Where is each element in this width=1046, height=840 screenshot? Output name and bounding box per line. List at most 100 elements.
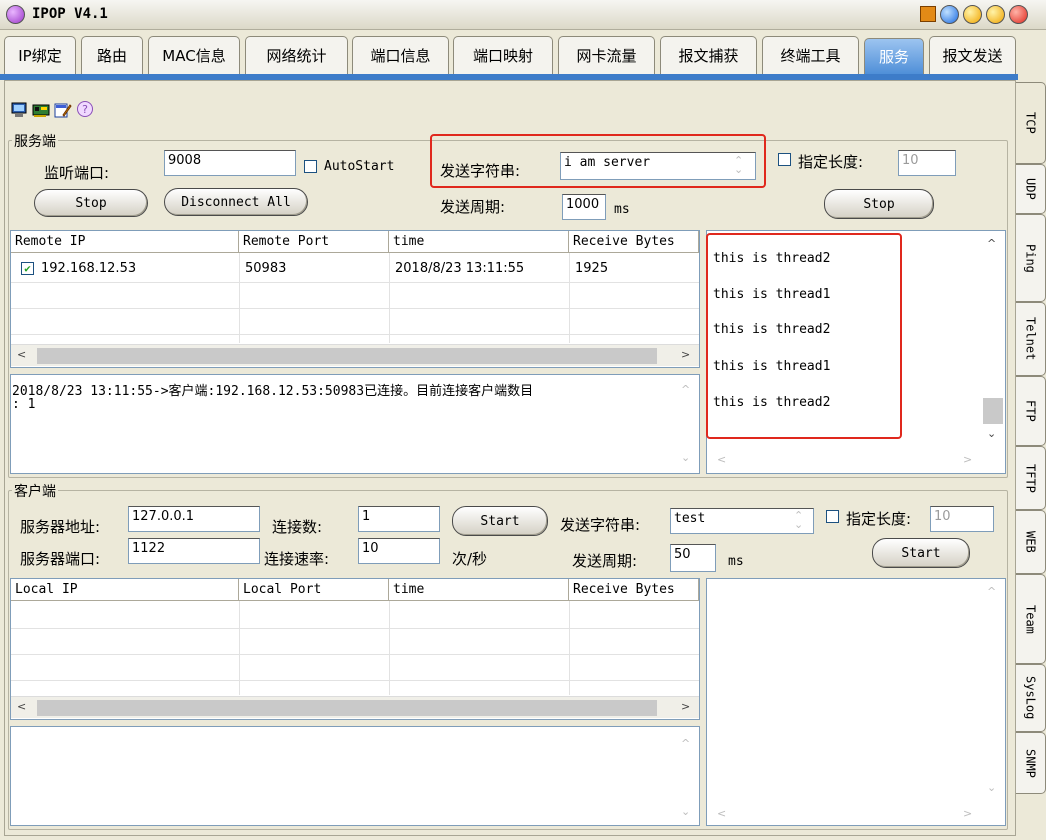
scroll-left-icon[interactable]: < xyxy=(17,348,26,361)
server-fixed-length-checkbox[interactable] xyxy=(778,153,791,166)
server-addr-label: 服务器地址: xyxy=(20,518,101,536)
scroll-up-icon[interactable]: ^ xyxy=(681,383,690,396)
client-start-button[interactable]: Start xyxy=(452,506,548,536)
received-line: this is thread2 xyxy=(713,322,831,337)
client-fixed-length-checkbox[interactable] xyxy=(826,510,839,523)
client-send-string-label: 发送字符串: xyxy=(560,516,641,534)
tab-route[interactable]: 路由 xyxy=(81,36,143,74)
client-log-box[interactable]: ^ ⌄ xyxy=(10,726,700,826)
title-bar[interactable]: IPOP V4.1 xyxy=(0,0,1046,30)
fullscreen-button[interactable] xyxy=(986,5,1005,24)
server-table-hscroll[interactable]: < > xyxy=(11,344,699,366)
client-send-period-label: 发送周期: xyxy=(572,552,638,570)
autostart-checkbox[interactable] xyxy=(304,160,317,173)
scroll-down-icon[interactable]: ⌄ xyxy=(681,805,690,818)
server-port-input[interactable]: 1122 xyxy=(128,538,260,564)
scroll-up-icon[interactable]: ^ xyxy=(681,737,690,750)
side-tab-web[interactable]: WEB xyxy=(1016,510,1046,574)
scroll-thumb[interactable] xyxy=(37,700,657,716)
col-header[interactable]: Receive Bytes xyxy=(569,231,699,253)
col-header[interactable]: Receive Bytes xyxy=(569,579,699,601)
scroll-left-icon[interactable]: < xyxy=(717,453,726,466)
col-header[interactable]: Local IP xyxy=(11,579,239,601)
side-tab-label: TFTP xyxy=(1023,463,1038,493)
side-tab-team[interactable]: Team xyxy=(1016,574,1046,664)
help-icon[interactable]: ? xyxy=(76,100,94,117)
server-log-box[interactable]: 2018/8/23 13:11:55->客户端:192.168.12.53:50… xyxy=(10,374,700,474)
server-stop2-button[interactable]: Stop xyxy=(824,189,934,219)
conn-rate-input[interactable]: 10 xyxy=(358,538,440,564)
client-table-hscroll[interactable]: < > xyxy=(11,696,699,718)
scroll-left-icon[interactable]: < xyxy=(17,700,26,713)
received-line: this is thread1 xyxy=(713,287,831,302)
spinner-icon[interactable]: ⌃ ⌄ xyxy=(734,155,743,175)
col-header[interactable]: Local Port xyxy=(239,579,389,601)
client-fixed-length-input[interactable]: 10 xyxy=(930,506,994,532)
side-tab-syslog[interactable]: SysLog xyxy=(1016,664,1046,732)
col-header[interactable]: Remote Port xyxy=(239,231,389,253)
scroll-down-icon[interactable]: ⌄ xyxy=(987,781,996,794)
side-tab-label: UDP xyxy=(1023,178,1038,200)
tab-mac-info[interactable]: MAC信息 xyxy=(148,36,240,74)
scroll-right-icon[interactable]: > xyxy=(681,348,690,361)
col-header[interactable]: Remote IP xyxy=(11,231,239,253)
tab-label: 网卡流量 xyxy=(576,47,637,65)
scroll-up-icon[interactable]: ^ xyxy=(987,585,996,598)
network-card-icon[interactable] xyxy=(32,102,50,118)
tab-net-stats[interactable]: 网络统计 xyxy=(245,36,348,74)
scroll-down-icon[interactable]: ⌄ xyxy=(681,451,690,464)
conn-count-input[interactable]: 1 xyxy=(358,506,440,532)
listen-port-input[interactable]: 9008 xyxy=(164,150,296,176)
tab-packet-send[interactable]: 报文发送 xyxy=(929,36,1016,74)
scroll-right-icon[interactable]: > xyxy=(963,807,972,820)
restore-icon[interactable] xyxy=(920,6,936,22)
tab-ip-bind[interactable]: IP绑定 xyxy=(4,36,76,74)
scroll-down-icon[interactable]: ⌄ xyxy=(987,427,996,440)
server-fixed-length-input[interactable]: 10 xyxy=(898,150,956,176)
scroll-left-icon[interactable]: < xyxy=(717,807,726,820)
minimize-button[interactable] xyxy=(940,5,959,24)
col-header[interactable]: time xyxy=(389,231,569,253)
row-checkbox[interactable]: ✔ xyxy=(21,262,34,275)
server-port-label: 服务器端口: xyxy=(20,550,101,568)
tab-nic-traffic[interactable]: 网卡流量 xyxy=(558,36,655,74)
tab-port-mapping[interactable]: 端口映射 xyxy=(453,36,553,74)
tab-port-info[interactable]: 端口信息 xyxy=(352,36,449,74)
scroll-thumb[interactable] xyxy=(983,398,1003,424)
tab-label: 报文发送 xyxy=(942,47,1003,65)
client-send-period-input[interactable]: 50 xyxy=(670,544,716,572)
close-button[interactable] xyxy=(1009,5,1028,24)
client-send-string-input[interactable]: test xyxy=(670,508,814,534)
tab-service[interactable]: 服务 xyxy=(864,38,924,74)
server-stop-button[interactable]: Stop xyxy=(34,189,148,217)
side-tab-tcp[interactable]: TCP xyxy=(1016,82,1046,164)
tab-terminal-tools[interactable]: 终端工具 xyxy=(762,36,859,74)
svg-text:?: ? xyxy=(82,103,88,116)
client-start2-button[interactable]: Start xyxy=(872,538,970,568)
tab-packet-capture[interactable]: 报文捕获 xyxy=(660,36,757,74)
side-tab-ftp[interactable]: FTP xyxy=(1016,376,1046,446)
received-line: this is thread2 xyxy=(713,395,831,410)
server-send-period-input[interactable]: 1000 xyxy=(562,194,606,220)
col-header[interactable]: time xyxy=(389,579,569,601)
side-tab-snmp[interactable]: SNMP xyxy=(1016,732,1046,794)
side-tab-telnet[interactable]: Telnet xyxy=(1016,302,1046,376)
edit-icon[interactable] xyxy=(54,102,72,118)
scroll-up-icon[interactable]: ^ xyxy=(987,237,996,250)
computer-icon[interactable] xyxy=(10,102,28,118)
receive-bytes-cell: 1925 xyxy=(575,261,609,276)
disconnect-all-button[interactable]: Disconnect All xyxy=(164,188,308,216)
side-tab-ping[interactable]: Ping xyxy=(1016,214,1046,302)
scroll-right-icon[interactable]: > xyxy=(681,700,690,713)
client-receive-box[interactable]: ^ ⌄ < > xyxy=(706,578,1006,826)
spinner-icon[interactable]: ⌃ ⌄ xyxy=(794,510,803,530)
window-title: IPOP V4.1 xyxy=(32,6,108,22)
server-addr-input[interactable]: 127.0.0.1 xyxy=(128,506,260,532)
scroll-thumb[interactable] xyxy=(37,348,657,364)
table-row[interactable]: ✔ 192.168.12.53 50983 2018/8/23 13:11:55… xyxy=(11,256,699,280)
side-tab-udp[interactable]: UDP xyxy=(1016,164,1046,214)
server-send-string-input[interactable]: i am server xyxy=(560,152,756,180)
side-tab-tftp[interactable]: TFTP xyxy=(1016,446,1046,510)
maximize-button[interactable] xyxy=(963,5,982,24)
scroll-right-icon[interactable]: > xyxy=(963,453,972,466)
